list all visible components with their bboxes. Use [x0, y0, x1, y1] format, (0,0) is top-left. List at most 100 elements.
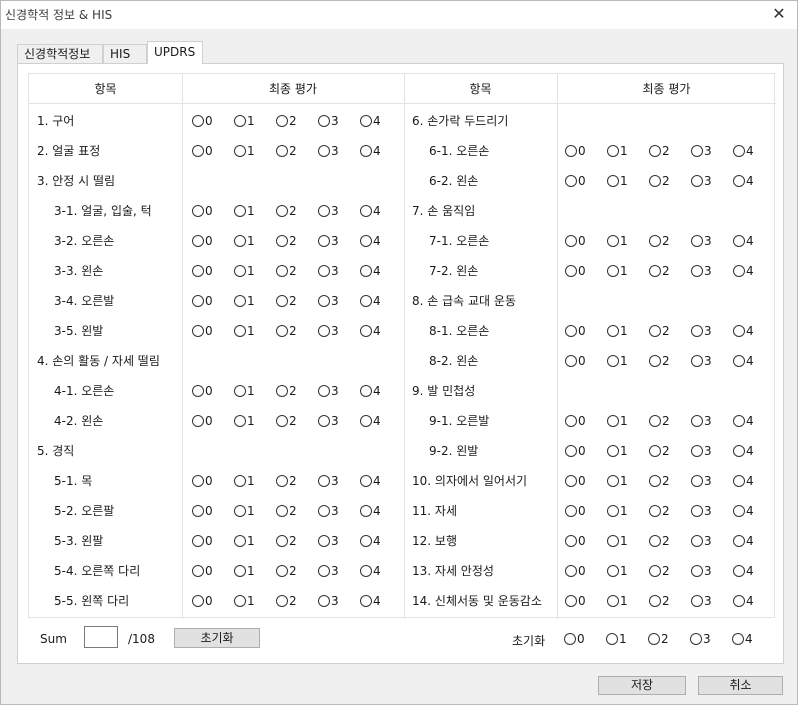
score-radio-3[interactable]: 3	[318, 564, 339, 578]
sum-input[interactable]	[84, 626, 118, 648]
score-radio-1[interactable]: 1	[234, 144, 255, 158]
score-radio-0[interactable]: 0	[192, 204, 213, 218]
score-radio-1[interactable]: 1	[607, 444, 628, 458]
score-radio-4[interactable]: 4	[360, 564, 381, 578]
score-radio-0[interactable]: 0	[192, 564, 213, 578]
score-radio-4[interactable]: 4	[733, 504, 754, 518]
score-radio-0[interactable]: 0	[565, 354, 586, 368]
score-radio-2[interactable]: 2	[649, 354, 670, 368]
score-radio-3[interactable]: 3	[318, 114, 339, 128]
score-radio-2[interactable]: 2	[276, 264, 297, 278]
reset-button[interactable]: 초기화	[174, 628, 260, 648]
score-radio-1[interactable]: 1	[234, 114, 255, 128]
score-radio-3[interactable]: 3	[318, 504, 339, 518]
score-radio-1[interactable]: 1	[607, 144, 628, 158]
score-radio-0[interactable]: 0	[565, 324, 586, 338]
score-radio-1[interactable]: 1	[607, 354, 628, 368]
score-radio-0[interactable]: 0	[192, 414, 213, 428]
score-radio-3[interactable]: 3	[691, 144, 712, 158]
score-radio-1[interactable]: 1	[234, 324, 255, 338]
score-radio-0[interactable]: 0	[192, 114, 213, 128]
score-radio-3[interactable]: 3	[690, 632, 711, 646]
score-radio-3[interactable]: 3	[691, 564, 712, 578]
score-radio-3[interactable]: 3	[318, 594, 339, 608]
score-radio-0[interactable]: 0	[192, 324, 213, 338]
score-radio-3[interactable]: 3	[318, 144, 339, 158]
score-radio-2[interactable]: 2	[649, 234, 670, 248]
score-radio-4[interactable]: 4	[733, 534, 754, 548]
score-radio-0[interactable]: 0	[565, 264, 586, 278]
score-radio-0[interactable]: 0	[192, 144, 213, 158]
score-radio-1[interactable]: 1	[234, 264, 255, 278]
score-radio-1[interactable]: 1	[234, 294, 255, 308]
score-radio-1[interactable]: 1	[607, 594, 628, 608]
score-radio-4[interactable]: 4	[360, 384, 381, 398]
score-radio-0[interactable]: 0	[565, 414, 586, 428]
score-radio-1[interactable]: 1	[234, 204, 255, 218]
score-radio-1[interactable]: 1	[607, 534, 628, 548]
score-radio-0[interactable]: 0	[192, 534, 213, 548]
score-radio-3[interactable]: 3	[691, 444, 712, 458]
save-button[interactable]: 저장	[598, 676, 686, 695]
score-radio-0[interactable]: 0	[192, 294, 213, 308]
score-radio-0[interactable]: 0	[192, 474, 213, 488]
score-radio-3[interactable]: 3	[318, 234, 339, 248]
score-radio-2[interactable]: 2	[649, 264, 670, 278]
score-radio-0[interactable]: 0	[565, 234, 586, 248]
score-radio-2[interactable]: 2	[648, 632, 669, 646]
score-radio-1[interactable]: 1	[234, 504, 255, 518]
score-radio-3[interactable]: 3	[691, 594, 712, 608]
score-radio-3[interactable]: 3	[691, 534, 712, 548]
score-radio-4[interactable]: 4	[360, 474, 381, 488]
score-radio-1[interactable]: 1	[234, 564, 255, 578]
score-radio-2[interactable]: 2	[649, 594, 670, 608]
score-radio-4[interactable]: 4	[360, 594, 381, 608]
score-radio-4[interactable]: 4	[733, 474, 754, 488]
score-radio-1[interactable]: 1	[234, 534, 255, 548]
score-radio-4[interactable]: 4	[360, 324, 381, 338]
tab-neuro-info[interactable]: 신경학적정보	[17, 44, 103, 63]
score-radio-3[interactable]: 3	[691, 264, 712, 278]
score-radio-1[interactable]: 1	[607, 264, 628, 278]
score-radio-3[interactable]: 3	[318, 414, 339, 428]
score-radio-4[interactable]: 4	[733, 144, 754, 158]
score-radio-0[interactable]: 0	[192, 234, 213, 248]
score-radio-2[interactable]: 2	[276, 234, 297, 248]
score-radio-4[interactable]: 4	[733, 174, 754, 188]
score-radio-4[interactable]: 4	[733, 324, 754, 338]
score-radio-0[interactable]: 0	[192, 384, 213, 398]
score-radio-4[interactable]: 4	[360, 234, 381, 248]
score-radio-0[interactable]: 0	[565, 534, 586, 548]
score-radio-2[interactable]: 2	[276, 294, 297, 308]
score-radio-0[interactable]: 0	[565, 504, 586, 518]
tab-his[interactable]: HIS	[103, 44, 147, 63]
score-radio-1[interactable]: 1	[607, 564, 628, 578]
score-radio-2[interactable]: 2	[276, 204, 297, 218]
score-radio-0[interactable]: 0	[192, 504, 213, 518]
score-radio-3[interactable]: 3	[318, 384, 339, 398]
score-radio-4[interactable]: 4	[733, 564, 754, 578]
score-radio-3[interactable]: 3	[691, 414, 712, 428]
score-radio-2[interactable]: 2	[649, 564, 670, 578]
score-radio-3[interactable]: 3	[318, 534, 339, 548]
score-radio-2[interactable]: 2	[276, 114, 297, 128]
score-radio-2[interactable]: 2	[276, 504, 297, 518]
score-radio-0[interactable]: 0	[565, 144, 586, 158]
tab-updrs[interactable]: UPDRS	[147, 41, 203, 64]
score-radio-4[interactable]: 4	[733, 594, 754, 608]
score-radio-3[interactable]: 3	[691, 234, 712, 248]
score-radio-2[interactable]: 2	[649, 504, 670, 518]
score-radio-4[interactable]: 4	[733, 264, 754, 278]
score-radio-1[interactable]: 1	[607, 324, 628, 338]
score-radio-2[interactable]: 2	[276, 384, 297, 398]
score-radio-0[interactable]: 0	[565, 564, 586, 578]
score-radio-4[interactable]: 4	[733, 234, 754, 248]
score-radio-2[interactable]: 2	[276, 534, 297, 548]
score-radio-2[interactable]: 2	[649, 534, 670, 548]
score-radio-4[interactable]: 4	[360, 114, 381, 128]
score-radio-1[interactable]: 1	[607, 234, 628, 248]
score-radio-2[interactable]: 2	[276, 144, 297, 158]
score-radio-1[interactable]: 1	[607, 474, 628, 488]
score-radio-4[interactable]: 4	[360, 264, 381, 278]
score-radio-4[interactable]: 4	[733, 354, 754, 368]
